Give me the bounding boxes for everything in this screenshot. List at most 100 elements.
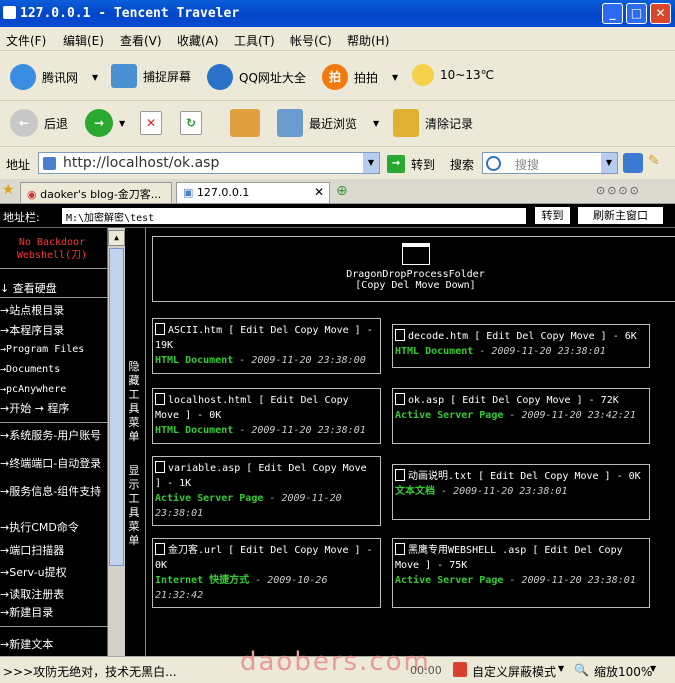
tab-nav-icons[interactable]: ⊙⊙⊙⊙: [596, 184, 641, 197]
file-name[interactable]: decode.htm: [408, 331, 468, 342]
side-item-port-scanner[interactable]: →端口扫描器: [0, 542, 64, 558]
home-button[interactable]: [230, 109, 266, 137]
shell-path-input[interactable]: M:\加密解密\test: [62, 208, 526, 224]
file-card[interactable]: decode.htm [ Edit Del Copy Move ] - 6K HT…: [392, 324, 650, 368]
file-name[interactable]: ok.asp: [408, 395, 444, 406]
capture-screen-button[interactable]: 捕捉屏幕: [111, 64, 191, 88]
go-button[interactable]: → 转到: [387, 155, 435, 173]
show-tools-menu[interactable]: 显示工具菜单: [127, 464, 141, 548]
scroll-up-icon[interactable]: ▲: [108, 230, 125, 246]
file-name[interactable]: localhost.html: [168, 395, 252, 406]
chevron-down-icon[interactable]: ▼: [373, 119, 379, 128]
menu-tools[interactable]: 工具(T): [234, 32, 275, 49]
chevron-down-icon[interactable]: ▼: [392, 73, 398, 82]
close-tab-icon[interactable]: ✕: [314, 185, 324, 199]
minimize-button[interactable]: _: [602, 3, 623, 24]
watermark: daobers.com: [240, 647, 431, 677]
menu-edit[interactable]: 编辑(E): [63, 32, 104, 49]
side-item-service-info[interactable]: →服务信息-组件支持: [0, 485, 104, 499]
go-arrow-icon: →: [387, 155, 405, 173]
file-actions[interactable]: [ Edit Del Copy Move ]: [474, 331, 606, 342]
tab-title: 127.0.0.1: [196, 186, 250, 199]
file-card[interactable]: variable.asp [ Edit Del Copy Move ] - 1K…: [152, 456, 381, 526]
menu-help[interactable]: 帮助(H): [347, 32, 389, 49]
search-input[interactable]: 搜搜 ▼: [482, 152, 618, 174]
qq-urls-button[interactable]: QQ网址大全: [207, 64, 306, 90]
chevron-down-icon[interactable]: ▼: [558, 664, 564, 673]
back-button[interactable]: ← 后退: [10, 109, 68, 137]
file-card[interactable]: 黑鹰专用WEBSHELL .asp [ Edit Del Copy Move ]…: [392, 538, 650, 608]
file-name[interactable]: ASCII.htm: [168, 325, 222, 336]
folder-card[interactable]: DragonDropProcessFolder [Copy Del Move D…: [152, 236, 675, 302]
chevron-down-icon[interactable]: ▼: [363, 153, 379, 173]
block-mode-icon: [453, 662, 467, 677]
side-item-new-dir[interactable]: →新建目录: [0, 604, 53, 620]
maximize-button[interactable]: □: [626, 3, 647, 24]
chevron-down-icon[interactable]: ▼: [119, 119, 125, 128]
scroll-thumb[interactable]: [109, 248, 124, 566]
side-item-documents[interactable]: →Documents: [0, 364, 60, 375]
menu-favorites[interactable]: 收藏(A): [177, 32, 219, 49]
tab-daoker[interactable]: ◉ daoker's blog-金刀客...: [20, 182, 172, 203]
menu-file[interactable]: 文件(F): [6, 32, 46, 49]
file-card[interactable]: ASCII.htm [ Edit Del Copy Move ] - 19K HT…: [152, 318, 381, 374]
close-button[interactable]: ✕: [650, 3, 671, 24]
clear-history-button[interactable]: 清除记录: [393, 109, 473, 137]
file-name[interactable]: 动画说明.txt: [408, 471, 472, 482]
status-time: 00:00: [410, 664, 442, 677]
side-item-cmd[interactable]: →执行CMD命令: [0, 519, 79, 535]
paipai-button[interactable]: 拍 拍拍 ▼: [322, 64, 398, 90]
webshell-page: 地址栏: M:\加密解密\test 转到 刷新主窗口 No Backdoor W…: [0, 204, 675, 656]
side-item-program-files[interactable]: →Program Files: [0, 344, 84, 355]
folder-actions[interactable]: [Copy Del Move Down]: [153, 280, 675, 291]
block-mode-label[interactable]: 自定义屏蔽模式: [472, 663, 556, 680]
url-field[interactable]: http://localhost/ok.asp ▼: [38, 152, 380, 174]
side-item-servu[interactable]: →Serv-u提权: [0, 564, 67, 580]
refresh-button[interactable]: ↻: [180, 111, 208, 135]
file-name[interactable]: variable.asp: [168, 463, 240, 474]
file-name[interactable]: 金刀客.url: [168, 545, 222, 556]
recent-label: 最近浏览: [309, 116, 358, 131]
file-name[interactable]: 黑鹰专用WEBSHELL .asp: [408, 545, 526, 556]
file-actions[interactable]: [ Edit Del Copy Move ]: [228, 545, 360, 556]
file-actions[interactable]: [ Edit Del Copy Move ]: [450, 395, 582, 406]
side-item-pcanywhere[interactable]: →pcAnywhere: [0, 384, 66, 395]
side-item-registry[interactable]: →读取注册表: [0, 586, 64, 602]
tab-localhost[interactable]: ▣ 127.0.0.1 ✕: [176, 182, 330, 203]
menu-account[interactable]: 帐号(C): [290, 32, 332, 49]
tencent-button[interactable]: 腾讯网 ▼: [10, 64, 98, 90]
search-icon[interactable]: [623, 153, 643, 173]
weather-widget[interactable]: 10~13℃: [412, 64, 494, 86]
status-text: >>>攻防无绝对，技术无黑白...: [3, 665, 177, 679]
chevron-down-icon[interactable]: ▼: [650, 664, 656, 673]
folder-name[interactable]: DragonDropProcessFolder: [153, 269, 675, 280]
side-item-new-text[interactable]: →新建文本: [0, 636, 53, 652]
sidebar-scrollbar[interactable]: ▲: [108, 228, 125, 656]
side-item-site-root[interactable]: →站点根目录: [0, 302, 64, 318]
side-item-program-dir[interactable]: →本程序目录: [0, 322, 64, 338]
side-label: 新建目录: [9, 606, 54, 619]
recent-browse-button[interactable]: 最近浏览 ▼: [277, 109, 379, 137]
shell-go-button[interactable]: 转到: [535, 207, 570, 224]
stop-button[interactable]: ✕: [140, 111, 168, 135]
chevron-down-icon[interactable]: ▼: [92, 73, 98, 82]
file-actions[interactable]: [ Edit Del Copy Move ]: [478, 471, 610, 482]
menu-view[interactable]: 查看(V): [120, 32, 162, 49]
refresh-main-button[interactable]: 刷新主窗口: [578, 207, 663, 224]
file-actions[interactable]: [ Edit Del Copy Move ]: [228, 325, 360, 336]
hide-tools-menu[interactable]: 隐藏工具菜单: [127, 360, 141, 444]
side-item-drives[interactable]: ↓ 查看硬盘: [0, 280, 57, 296]
file-card[interactable]: localhost.html [ Edit Del Copy Move ] - …: [152, 388, 381, 444]
file-card[interactable]: 金刀客.url [ Edit Del Copy Move ] - 0K Inter…: [152, 538, 381, 608]
file-card[interactable]: 动画说明.txt [ Edit Del Copy Move ] - 0K 文本文档…: [392, 464, 650, 520]
pen-icon[interactable]: ✎: [648, 153, 666, 173]
star-icon[interactable]: ★: [2, 182, 15, 198]
side-item-services[interactable]: →系统服务-用户账号: [0, 429, 104, 443]
zoom-label[interactable]: 缩放100%: [594, 663, 652, 680]
side-item-terminal[interactable]: →终端端口-自动登录: [0, 457, 104, 471]
side-item-start-programs[interactable]: →开始 → 程序: [0, 400, 69, 416]
forward-button[interactable]: → ▼: [85, 109, 125, 137]
file-card[interactable]: ok.asp [ Edit Del Copy Move ] - 72K Activ…: [392, 388, 650, 444]
new-tab-icon[interactable]: ⊕: [336, 183, 348, 199]
chevron-down-icon[interactable]: ▼: [601, 153, 617, 173]
